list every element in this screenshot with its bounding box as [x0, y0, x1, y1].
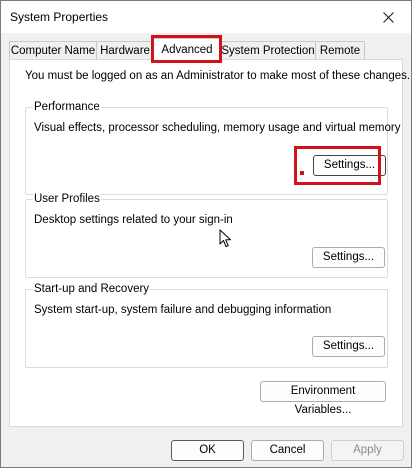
advanced-tab-panel: You must be logged on as an Administrato…	[9, 59, 410, 427]
highlight-marker	[300, 171, 304, 175]
close-button[interactable]	[365, 1, 411, 33]
performance-settings-button[interactable]: Settings...	[313, 155, 386, 176]
title-bar: System Properties	[1, 1, 411, 33]
startup-recovery-description: System start-up, system failure and debu…	[34, 304, 332, 316]
cancel-button[interactable]: Cancel	[251, 440, 324, 461]
apply-button[interactable]: Apply	[331, 440, 404, 461]
close-icon	[382, 11, 394, 23]
mouse-cursor-icon	[219, 229, 231, 247]
startup-recovery-group: Start-up and Recovery System start-up, s…	[25, 283, 388, 368]
system-properties-window: System Properties Computer Name Hardware…	[0, 0, 412, 468]
startup-recovery-settings-button[interactable]: Settings...	[312, 336, 385, 357]
tab-system-protection[interactable]: System Protection	[220, 41, 316, 60]
environment-variables-button[interactable]: Environment Variables...	[260, 381, 386, 416]
startup-recovery-group-label: Start-up and Recovery	[33, 283, 151, 296]
performance-description: Visual effects, processor scheduling, me…	[34, 122, 401, 134]
performance-group-label: Performance	[33, 101, 101, 114]
window-title: System Properties	[10, 10, 109, 24]
user-profiles-group-label: User Profiles	[33, 193, 101, 206]
tab-remote[interactable]: Remote	[315, 41, 365, 60]
ok-button[interactable]: OK	[171, 440, 244, 461]
admin-note: You must be logged on as an Administrato…	[25, 70, 411, 82]
user-profiles-settings-button[interactable]: Settings...	[312, 247, 385, 268]
tab-advanced[interactable]: Advanced	[153, 38, 221, 61]
tab-hardware[interactable]: Hardware	[96, 41, 154, 60]
user-profiles-description: Desktop settings related to your sign-in	[34, 214, 233, 226]
user-profiles-group: User Profiles Desktop settings related t…	[25, 193, 388, 278]
performance-group: Performance Visual effects, processor sc…	[25, 101, 400, 195]
tab-computer-name[interactable]: Computer Name	[9, 41, 97, 60]
